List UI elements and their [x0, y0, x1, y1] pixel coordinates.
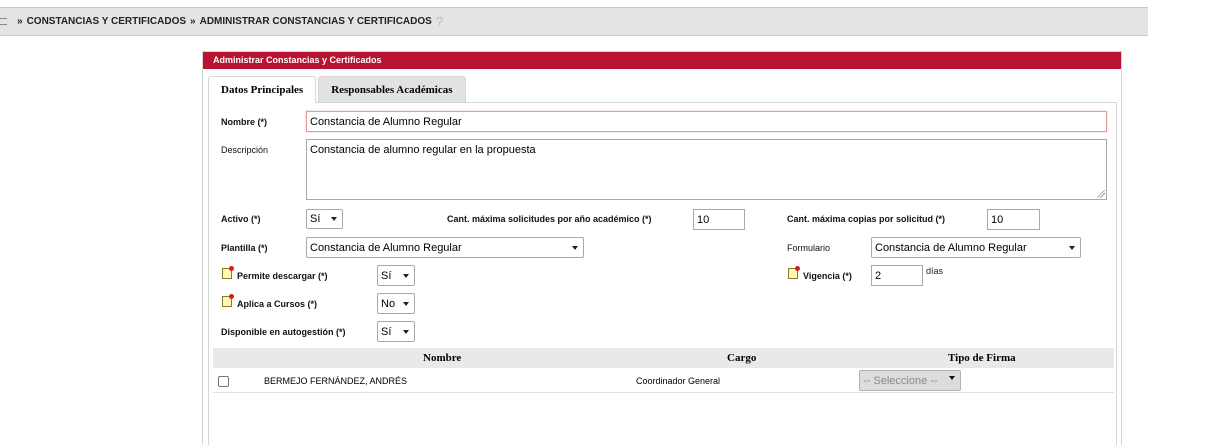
- cant-copias-input[interactable]: 10: [987, 209, 1040, 230]
- descripcion-textarea[interactable]: Constancia de alumno regular en la propu…: [306, 139, 1107, 200]
- permite-descargar-label: Permite descargar (*): [237, 271, 328, 281]
- aplica-cursos-value: No: [381, 297, 396, 310]
- row-checkbox[interactable]: [218, 376, 229, 387]
- note-icon[interactable]: [222, 266, 234, 279]
- chevron-down-icon: [572, 245, 578, 250]
- chevron-down-icon: [331, 217, 337, 221]
- autogestion-label: Disponible en autogestión (*): [221, 327, 346, 337]
- breadcrumb-separator: »: [190, 16, 196, 27]
- column-tipo-firma: Tipo de Firma: [948, 352, 1016, 364]
- table-row: BERMEJO FERNÁNDEZ, ANDRÉS Coordinador Ge…: [213, 369, 1114, 393]
- row-cargo: Coordinador General: [636, 376, 721, 386]
- plantilla-label: Plantilla (*): [221, 243, 268, 253]
- chevron-down-icon: [403, 329, 409, 334]
- formulario-label: Formulario: [787, 243, 831, 253]
- tab-responsables-academicas[interactable]: Responsables Académicas: [318, 76, 466, 102]
- cant-solicitudes-input[interactable]: 10: [693, 209, 745, 230]
- note-icon[interactable]: [222, 294, 234, 307]
- tab-datos-principales[interactable]: Datos Principales: [208, 76, 317, 103]
- help-icon[interactable]: ?: [436, 14, 446, 29]
- chevron-down-icon: [949, 376, 955, 380]
- breadcrumb-separator: »: [17, 16, 23, 27]
- tipo-firma-select[interactable]: -- Seleccione --: [859, 370, 961, 391]
- aplica-cursos-select[interactable]: No: [377, 293, 415, 314]
- panel-title: Administrar Constancias y Certificados: [203, 52, 1121, 69]
- breadcrumb: » CONSTANCIAS Y CERTIFICADOS » ADMINISTR…: [0, 7, 1148, 36]
- formulario-value: Constancia de Alumno Regular: [875, 241, 1027, 254]
- resize-grip-icon[interactable]: [1097, 190, 1105, 198]
- column-nombre: Nombre: [423, 352, 462, 364]
- autogestion-select[interactable]: Sí: [377, 321, 415, 342]
- vigencia-unit: días: [926, 266, 944, 276]
- chevron-down-icon: [403, 301, 409, 306]
- vigencia-input[interactable]: 2: [871, 265, 923, 286]
- vigencia-label: Vigencia (*): [803, 271, 852, 281]
- column-cargo: Cargo: [727, 352, 757, 364]
- chevron-down-icon: [1069, 245, 1075, 250]
- breadcrumb-item-constancias[interactable]: CONSTANCIAS Y CERTIFICADOS: [27, 16, 186, 27]
- menu-icon[interactable]: [0, 18, 7, 25]
- formulario-select[interactable]: Constancia de Alumno Regular: [871, 237, 1081, 258]
- permite-descargar-select[interactable]: Sí: [377, 265, 415, 286]
- autogestion-value: Sí: [381, 325, 392, 338]
- activo-select[interactable]: Sí: [306, 209, 343, 229]
- firmantes-header: Nombre Cargo Tipo de Firma: [213, 348, 1114, 368]
- activo-value: Sí: [310, 213, 321, 225]
- plantilla-select[interactable]: Constancia de Alumno Regular: [306, 237, 584, 258]
- chevron-down-icon: [403, 273, 409, 278]
- descripcion-label: Descripción: [221, 145, 269, 155]
- tab-bar: Datos Principales Responsables Académica…: [208, 76, 466, 103]
- descripcion-text: Constancia de alumno regular en la propu…: [310, 144, 536, 156]
- plantilla-value: Constancia de Alumno Regular: [310, 241, 462, 254]
- note-icon[interactable]: [788, 266, 800, 279]
- row-nombre: BERMEJO FERNÁNDEZ, ANDRÉS: [264, 376, 408, 386]
- permite-descargar-value: Sí: [381, 269, 392, 282]
- nombre-input[interactable]: Constancia de Alumno Regular: [306, 111, 1107, 132]
- nombre-label: Nombre (*): [221, 117, 268, 127]
- activo-label: Activo (*): [221, 214, 261, 224]
- cant-solicitudes-label: Cant. máxima solicitudes por año académi…: [447, 214, 652, 224]
- cant-copias-label: Cant. máxima copias por solicitud (*): [787, 214, 946, 224]
- tipo-firma-value: -- Seleccione --: [863, 374, 938, 387]
- aplica-cursos-label: Aplica a Cursos (*): [237, 299, 318, 309]
- breadcrumb-item-administrar: ADMINISTRAR CONSTANCIAS Y CERTIFICADOS: [199, 16, 432, 27]
